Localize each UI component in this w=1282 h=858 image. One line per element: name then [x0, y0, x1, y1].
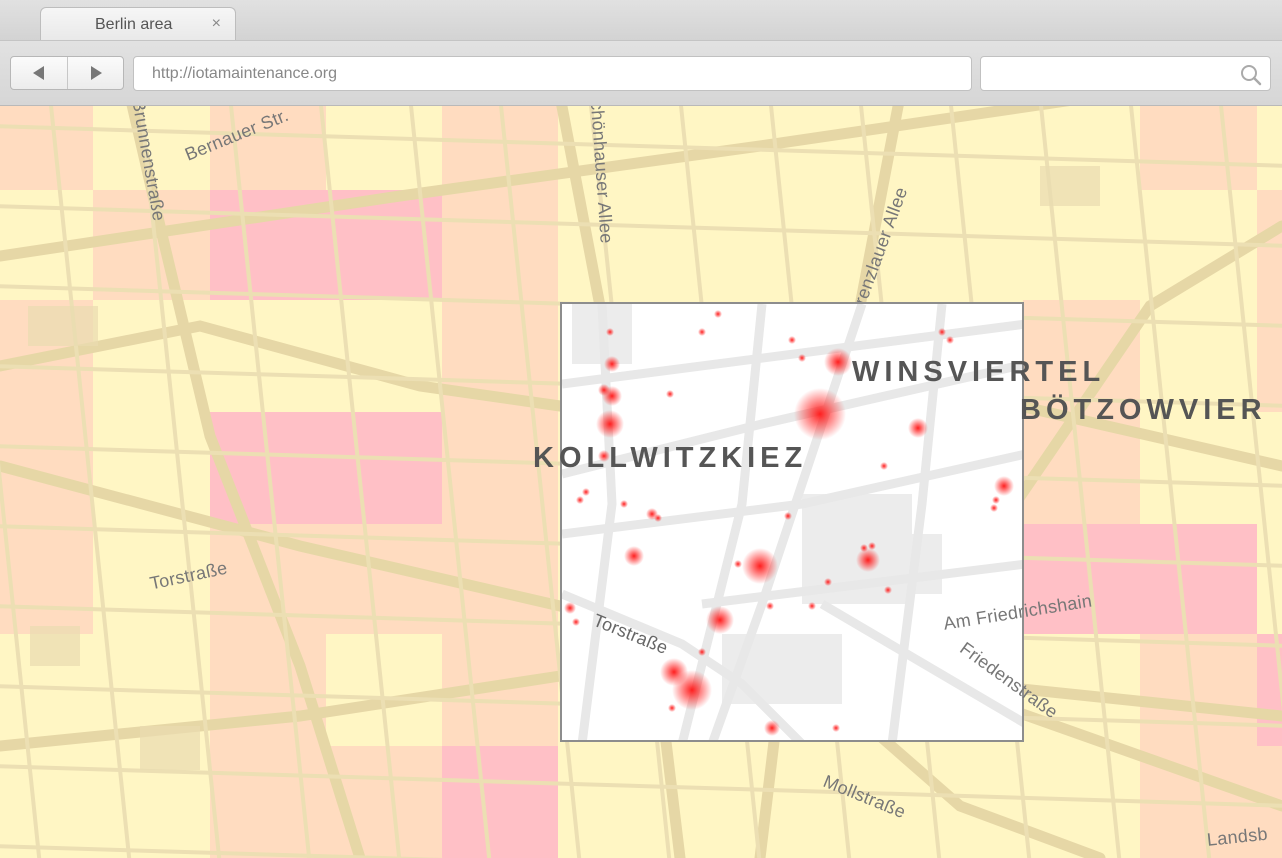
heat-point: [620, 500, 628, 508]
heat-point: [582, 488, 590, 496]
heat-point: [666, 390, 674, 398]
heat-point: [604, 356, 620, 372]
choropleth-cell: [1140, 524, 1257, 634]
heat-point: [698, 648, 706, 656]
choropleth-cell: [442, 746, 558, 858]
heat-point: [946, 336, 954, 344]
heat-point: [824, 348, 852, 376]
choropleth-cell: [0, 746, 93, 858]
heat-point: [734, 560, 742, 568]
heat-point: [698, 328, 706, 336]
heat-point: [794, 388, 846, 440]
tab-bar: Berlin area ×: [0, 0, 1282, 41]
city-block: [140, 726, 200, 770]
heat-point: [598, 384, 610, 396]
heat-point: [742, 548, 778, 584]
city-block: [1040, 166, 1100, 206]
district-label-boetzowviertel: BÖTZOWVIER: [1020, 394, 1267, 426]
forward-button[interactable]: [68, 57, 124, 89]
heat-point: [908, 418, 928, 438]
back-arrow-icon: [33, 66, 44, 80]
forward-arrow-icon: [91, 66, 102, 80]
heat-point: [938, 328, 946, 336]
city-block: [30, 626, 80, 666]
choropleth-cell: [1257, 106, 1282, 190]
city-block: [28, 306, 98, 346]
tab-title: Berlin area: [95, 16, 173, 33]
heat-point: [824, 578, 832, 586]
choropleth-cell: [0, 106, 93, 190]
heat-point: [576, 496, 584, 504]
heat-point: [564, 602, 576, 614]
heat-point: [766, 602, 774, 610]
heat-point: [990, 504, 998, 512]
choropleth-cell: [1023, 190, 1140, 300]
url-text: http://iotamaintenance.org: [152, 65, 338, 82]
heat-point: [884, 586, 892, 594]
district-label-winsviertel: WINSVIERTEL: [852, 356, 1106, 388]
heat-point: [668, 704, 676, 712]
choropleth-cell: [442, 190, 558, 300]
choropleth-cell: [326, 106, 442, 190]
heat-point: [624, 546, 644, 566]
heat-point: [798, 354, 806, 362]
heat-point: [706, 606, 734, 634]
heat-point: [994, 476, 1014, 496]
heat-point: [860, 544, 868, 552]
heat-point: [660, 658, 688, 686]
heat-point: [832, 724, 840, 732]
heat-point: [572, 618, 580, 626]
map-canvas[interactable]: Bernauer Str. Brunnenstraße Schönhauser …: [0, 106, 1282, 858]
heat-point: [714, 310, 722, 318]
heat-point: [596, 410, 624, 438]
choropleth-cell: [1140, 106, 1257, 190]
heat-point: [856, 548, 880, 572]
choropleth-cell: [1140, 412, 1257, 524]
search-icon: [1241, 65, 1262, 86]
heat-point: [992, 496, 1000, 504]
back-button[interactable]: [11, 57, 68, 89]
tab-close-icon[interactable]: ×: [212, 15, 221, 33]
heat-point: [784, 512, 792, 520]
heat-point: [606, 328, 614, 336]
heat-point: [764, 720, 780, 736]
district-label-kollwitzkiez: KOLLWITZKIEZ: [533, 442, 808, 474]
navigation-buttons: [10, 56, 124, 90]
browser-chrome: Berlin area × http://iotamaintenance.org: [0, 0, 1282, 106]
heat-point: [654, 514, 662, 522]
heat-point: [808, 602, 816, 610]
heat-point: [788, 336, 796, 344]
choropleth-cell: [326, 412, 442, 524]
heat-point: [880, 462, 888, 470]
choropleth-cell: [1140, 634, 1257, 746]
heat-point: [868, 542, 876, 550]
address-bar[interactable]: http://iotamaintenance.org: [133, 56, 972, 91]
search-input[interactable]: [980, 56, 1271, 91]
browser-tab[interactable]: Berlin area ×: [40, 7, 236, 40]
